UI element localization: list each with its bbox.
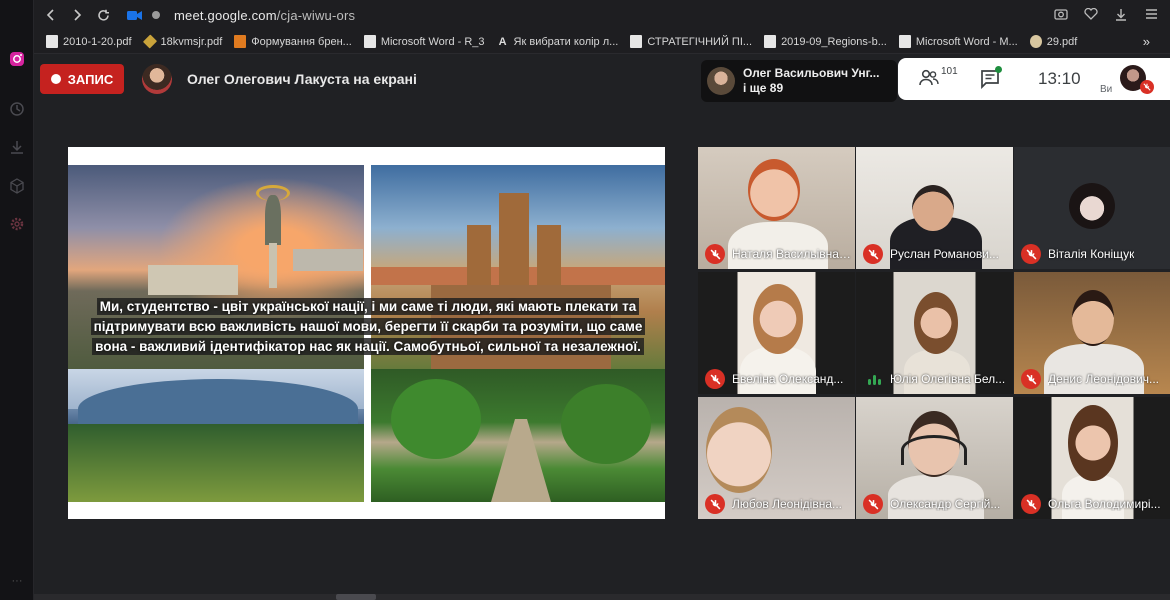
participant-name: Денис Леонідович...: [1048, 372, 1159, 386]
participant-name: Евеліна Олександ...: [732, 372, 844, 386]
menu-icon[interactable]: [1142, 5, 1160, 23]
mic-off-icon: [705, 494, 725, 514]
mic-off-icon: [1021, 494, 1041, 514]
pinned-participant[interactable]: Олег Васильович Унг... і ще 89: [701, 60, 897, 102]
participant-tile[interactable]: Віталія Коніщук: [1014, 147, 1170, 269]
participant-name: Віталія Коніщук: [1048, 247, 1135, 261]
bookmark-item[interactable]: Microsoft Word - R_3: [363, 35, 485, 48]
horizontal-scrollbar[interactable]: [34, 594, 1170, 600]
presenter-text: Олег Олегович Лакуста на екрані: [187, 71, 417, 87]
pinned-more: і ще 89: [743, 81, 784, 95]
bookmarks-bar: 2010-1-20.pdf 18kvmsjr.pdf Формування бр…: [34, 30, 1170, 54]
chat-notification-dot: [995, 66, 1002, 73]
history-icon[interactable]: [8, 100, 26, 118]
participant-tile[interactable]: Руслан Романови...: [856, 147, 1013, 269]
download-icon-toolbar[interactable]: [1112, 5, 1130, 23]
camera-indicator-icon[interactable]: [122, 2, 148, 28]
mic-off-icon: [1021, 244, 1041, 264]
more-dots-icon[interactable]: ···: [8, 572, 26, 590]
slide-caption: Ми, студентство - цвіт української нації…: [70, 297, 666, 357]
browser-sidebar: ···: [0, 0, 34, 600]
meeting-clock: 13:10: [1038, 69, 1081, 88]
mic-off-icon: [863, 244, 883, 264]
caption-line: Ми, студентство - цвіт української нації…: [96, 298, 640, 315]
file-icon: [898, 35, 911, 48]
bookmark-item[interactable]: 18kvmsjr.pdf: [142, 34, 222, 49]
forward-button[interactable]: [64, 2, 90, 28]
presenter-avatar: [142, 64, 172, 94]
url-domain: meet.google.com: [174, 7, 277, 23]
participant-name: Руслан Романови...: [890, 247, 999, 261]
back-button[interactable]: [38, 2, 64, 28]
participant-name: Наталя Васильівна ...: [732, 247, 852, 261]
bookmark-item[interactable]: 29.pdf: [1029, 35, 1077, 48]
mic-off-icon: [863, 494, 883, 514]
scrollbar-thumb[interactable]: [336, 594, 376, 600]
people-button[interactable]: 101: [918, 66, 958, 88]
file-icon: [46, 35, 58, 48]
mic-off-icon: [1140, 80, 1154, 94]
people-count: 101: [941, 66, 958, 77]
university-garden-photo: [371, 369, 665, 502]
bookmark-item[interactable]: 2019-09_Regions-b...: [764, 35, 887, 48]
meet-area: ЗАПИС Олег Олегович Лакуста на екрані Ол…: [34, 54, 1170, 600]
participant-name: Любов Леонідівна...: [732, 497, 842, 511]
orange-e-icon: [234, 35, 247, 48]
speaking-indicator-icon: [868, 375, 881, 385]
letter-a-icon: A: [498, 35, 507, 48]
site-info-icon[interactable]: [148, 2, 164, 28]
participant-tile[interactable]: Любов Леонідівна...: [698, 397, 855, 519]
mic-off-icon: [1021, 369, 1041, 389]
cube-icon[interactable]: [8, 177, 26, 195]
recording-badge[interactable]: ЗАПИС: [40, 64, 124, 94]
url-field[interactable]: meet.google.com/cja-wiwu-ors: [174, 8, 355, 23]
carpathian-mountains-photo: [68, 369, 364, 502]
mic-off-icon: [705, 244, 725, 264]
people-icon: [919, 69, 939, 86]
download-icon[interactable]: [8, 138, 26, 156]
pinned-avatar: [707, 67, 735, 95]
participant-tile[interactable]: Денис Леонідович...: [1014, 272, 1170, 394]
participant-tile[interactable]: Евеліна Олександ...: [698, 272, 855, 394]
file-icon: [630, 35, 643, 48]
bookmark-item[interactable]: 2010-1-20.pdf: [46, 35, 132, 48]
participant-name: Ольга Володимирі...: [1048, 497, 1161, 511]
instagram-icon[interactable]: [8, 50, 26, 68]
mic-off-icon: [705, 369, 725, 389]
heart-icon[interactable]: [1082, 5, 1100, 23]
record-dot-icon: [50, 74, 61, 84]
participant-name: Олександр Сергій...: [890, 497, 1001, 511]
meeting-info-panel: 101 13:10 Ви: [898, 58, 1170, 100]
record-label: ЗАПИС: [67, 71, 114, 87]
bookmark-item[interactable]: СТРАТЕГІЧНИЙ ПІ...: [630, 35, 752, 48]
participant-tile[interactable]: Олександр Сергій...: [856, 397, 1013, 519]
caption-line: вона - важливий ідентифікатор нас як нац…: [92, 338, 644, 355]
reload-button[interactable]: [90, 2, 116, 28]
bookmark-item[interactable]: A Як вибрати колір л...: [497, 35, 619, 48]
participant-tile[interactable]: Наталя Васильівна ...: [698, 147, 855, 269]
url-path: /cja-wiwu-ors: [276, 7, 356, 23]
diamond-icon: [142, 34, 157, 49]
self-label: Ви: [1100, 84, 1113, 95]
bookmark-item[interactable]: Формування брен...: [234, 35, 352, 48]
bookmarks-more-button[interactable]: »: [1143, 34, 1150, 49]
participant-tile[interactable]: Ольга Володимирі...: [1014, 397, 1170, 519]
snapshot-icon[interactable]: [1052, 5, 1070, 23]
pinned-name: Олег Васильович Унг...: [743, 66, 880, 80]
participant-name: Юлія Олегівна Бел...: [890, 372, 1006, 386]
round-icon: [1029, 35, 1042, 48]
presentation-slide: Ми, студентство - цвіт української нації…: [68, 147, 665, 519]
address-bar: meet.google.com/cja-wiwu-ors: [34, 0, 1170, 30]
settings-gear-icon[interactable]: [8, 215, 26, 233]
bookmark-item[interactable]: Microsoft Word - M...: [898, 35, 1018, 48]
file-icon: [363, 35, 376, 48]
file-icon: [764, 35, 777, 48]
caption-line: підтримувати всю важливість нашої мови, …: [90, 318, 646, 335]
participant-tile[interactable]: Юлія Олегівна Бел...: [856, 272, 1013, 394]
